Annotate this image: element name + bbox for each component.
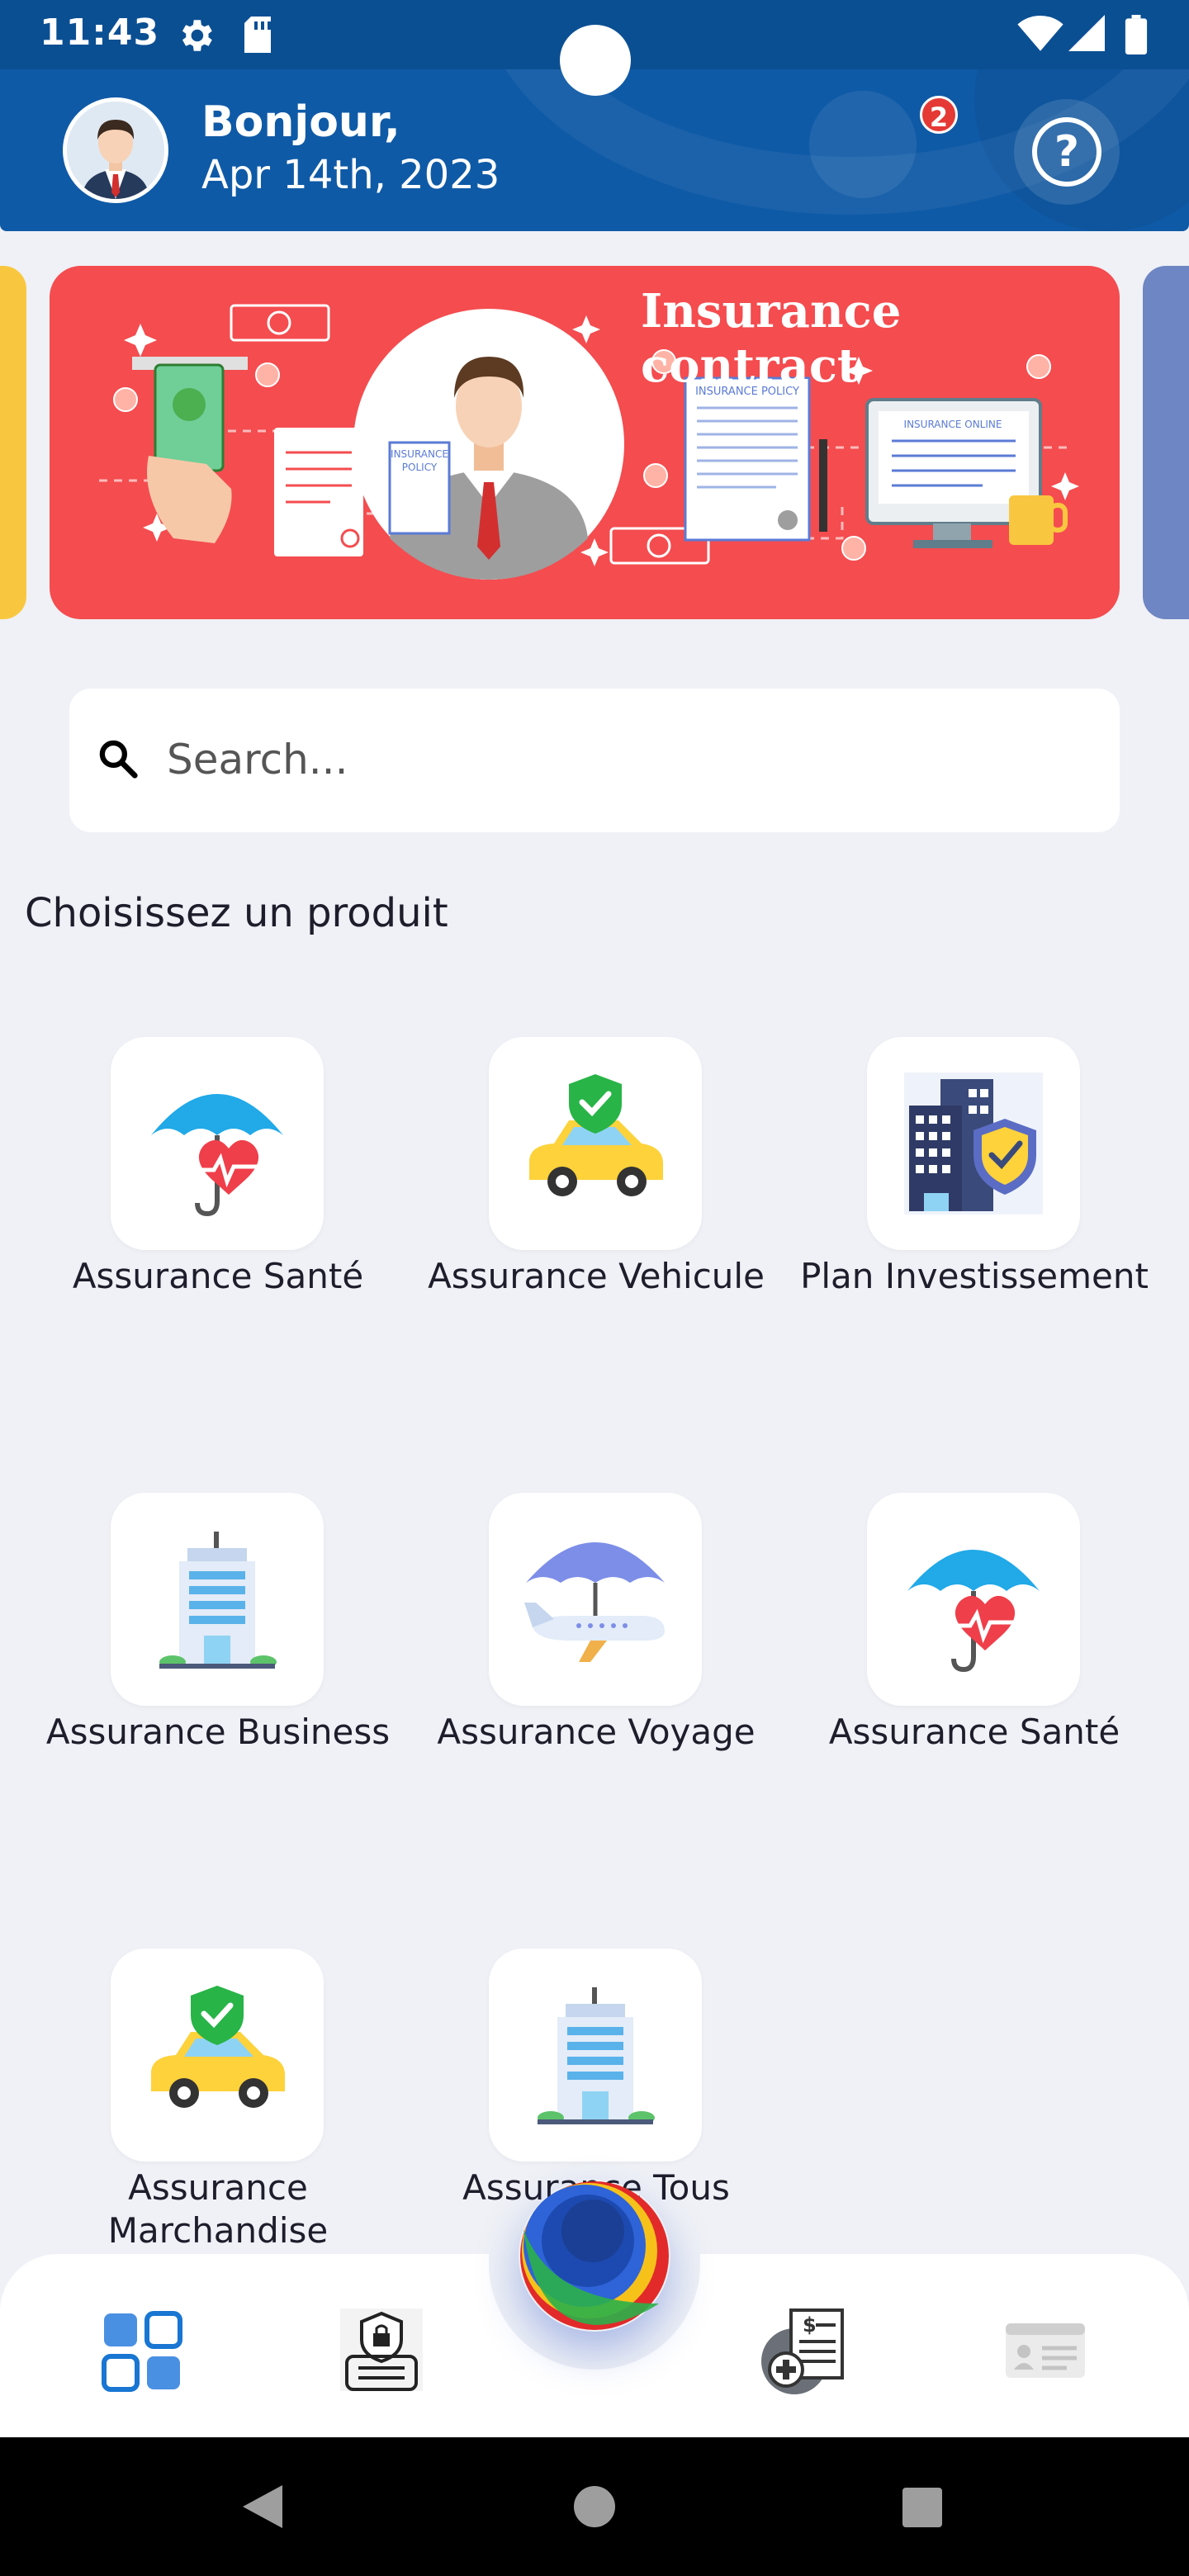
recents-icon[interactable]	[902, 2487, 943, 2528]
date-text: Apr 14th, 2023	[201, 152, 500, 198]
product-tile[interactable]	[489, 1493, 702, 1706]
wifi-icon	[1017, 15, 1063, 51]
camera-cutout	[560, 25, 631, 96]
office-building-icon	[159, 1532, 277, 1669]
car-shield-icon	[529, 1074, 663, 1196]
svg-text:INSURANCE: INSURANCE	[391, 448, 448, 460]
product-tile[interactable]	[867, 1037, 1080, 1250]
car-shield-icon	[151, 1986, 285, 2108]
help-button[interactable]: ?	[1014, 99, 1120, 205]
section-title: Choisissez un produit	[25, 890, 448, 936]
search-icon[interactable]	[96, 736, 140, 781]
product-tile[interactable]	[111, 1037, 324, 1250]
product-label: Assurance Business	[45, 1712, 391, 1752]
back-icon[interactable]	[239, 2484, 284, 2530]
office-building-icon	[538, 1987, 655, 2124]
home-icon[interactable]	[573, 2485, 616, 2528]
medical-bill-icon[interactable]: $	[758, 2304, 850, 2396]
search-bar[interactable]	[69, 689, 1120, 832]
product-tile[interactable]	[111, 1493, 324, 1706]
signal-icon	[1068, 15, 1105, 51]
sd-card-icon	[244, 17, 271, 53]
product-label: Assurance Marchandise	[107, 2167, 329, 2251]
svg-text:INSURANCE ONLINE: INSURANCE ONLINE	[904, 419, 1002, 430]
product-label: Assurance Santé	[828, 1712, 1120, 1752]
product-tile[interactable]	[489, 1037, 702, 1250]
app-header: 11:43 Bonjour, Apr 14th, 2023 2 ?	[0, 0, 1189, 231]
secure-document-icon[interactable]	[335, 2304, 428, 2396]
battery-icon	[1125, 15, 1148, 54]
app-logo-icon	[520, 2181, 669, 2330]
plane-umbrella-icon	[524, 1542, 665, 1662]
health-umbrella-icon	[151, 1094, 283, 1217]
search-input[interactable]	[167, 725, 1075, 794]
avatar[interactable]	[63, 97, 168, 203]
grid-icon[interactable]	[101, 2310, 183, 2393]
header-decoration	[809, 91, 917, 198]
system-navigation-bar	[0, 2437, 1189, 2576]
greeting-text: Bonjour,	[201, 97, 400, 147]
question-icon: ?	[1032, 117, 1101, 187]
product-label: Plan Investissement	[800, 1256, 1149, 1296]
health-umbrella-icon	[907, 1550, 1040, 1673]
svg-text:$: $	[803, 2313, 817, 2337]
id-card-icon[interactable]	[1004, 2322, 1087, 2379]
user-avatar-icon	[67, 102, 164, 199]
svg-text:POLICY: POLICY	[402, 462, 438, 473]
product-tile[interactable]	[489, 1949, 702, 2162]
product-tile[interactable]	[867, 1493, 1080, 1706]
banner-title: Insurance contract	[641, 284, 902, 393]
notification-badge[interactable]: 2	[920, 96, 958, 134]
product-label: Assurance Voyage	[437, 1712, 756, 1752]
status-time: 11:43	[40, 12, 160, 54]
product-label: Assurance Santé	[72, 1256, 364, 1296]
building-shield-icon	[904, 1073, 1043, 1215]
settings-icon	[182, 20, 212, 51]
center-action-button[interactable]	[519, 2180, 670, 2332]
product-tile[interactable]	[111, 1949, 324, 2162]
product-label: Assurance Vehicule	[428, 1256, 765, 1296]
promo-banner[interactable]: INSURANCE POLICY INSURANCE POLICY INSURA…	[50, 266, 1120, 619]
banner-slide-previous[interactable]	[0, 266, 26, 619]
banner-slide-next[interactable]	[1143, 266, 1189, 619]
